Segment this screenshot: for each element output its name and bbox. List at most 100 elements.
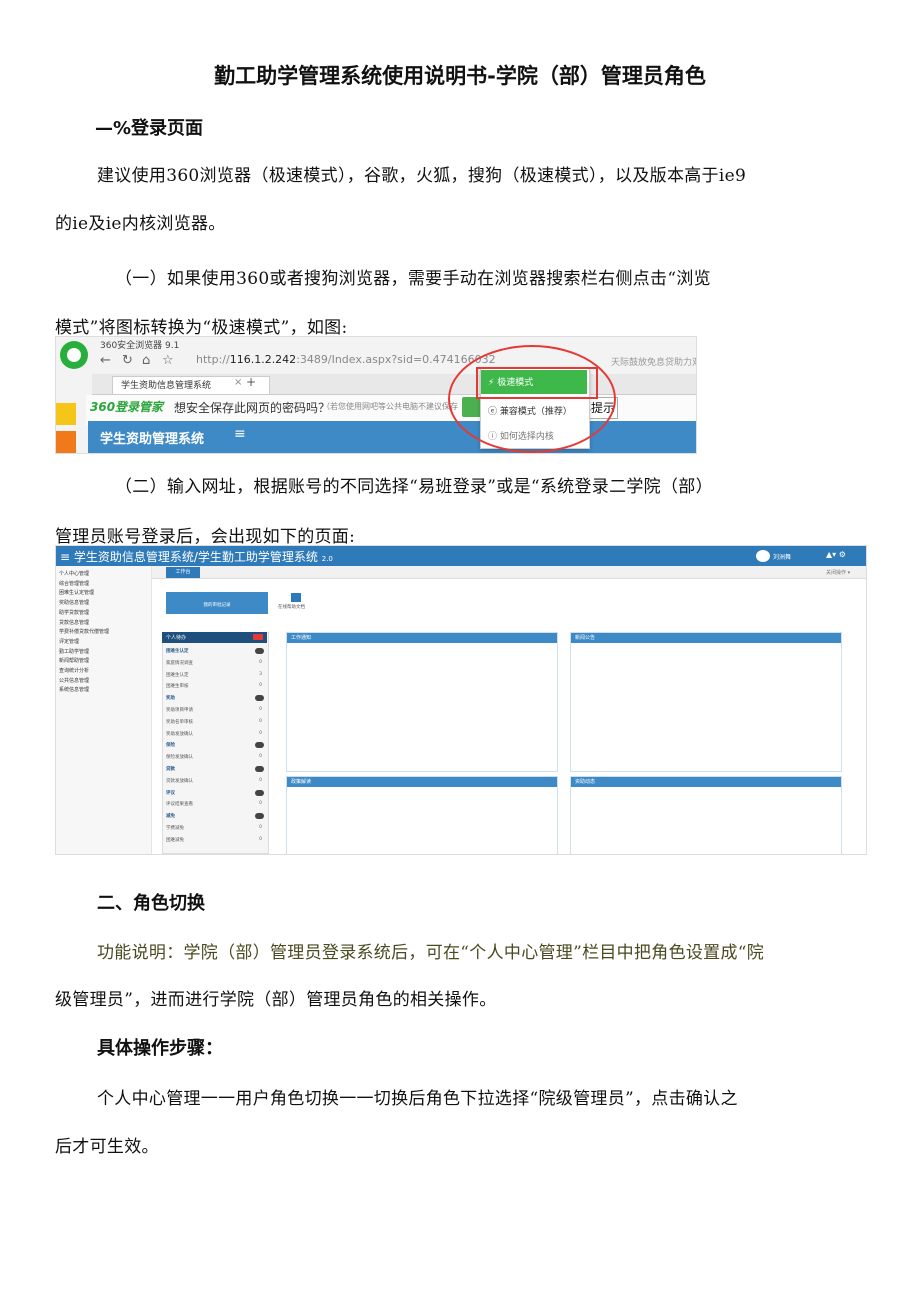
todo-category[interactable]: 困难生认定 [166,648,264,654]
sidebar-item[interactable]: 新闻帮助管理 [59,657,89,664]
todo-item[interactable]: 奖助发放确认 0 [166,731,264,737]
todo-count: 0 [259,683,262,689]
panel-work-notice: 工作通知 [286,632,558,772]
sidebar-item[interactable]: 学费补偿贷款代偿管理 [59,628,109,635]
todo-label: 评议结果查看 [166,802,193,808]
sidebar-item[interactable]: 系统信息管理 [59,686,89,693]
browser-logo-icon [60,341,88,369]
panel-work-notice-title: 工作通知 [287,633,557,643]
help-doc-label[interactable]: 在线帮助文档 [278,604,305,610]
home-icon[interactable]: ⌂ [142,353,150,368]
todo-count: 0 [259,836,262,842]
rss-icon[interactable] [291,593,301,602]
admin-system-title: ≡ 学生资助信息管理系统/学生勤工助学管理系统 2.0 [60,550,333,564]
back-arrow-icon[interactable]: ← [100,353,111,368]
sidebar-item[interactable]: 评定管理 [59,638,79,645]
paragraph-step1-line1: （一）如果使用360或者搜狗浏览器，需要手动在浏览器搜索栏右侧点击“浏览 [115,269,711,289]
todo-badge [255,766,264,772]
panel-news-title: 新闻公告 [571,633,841,643]
avatar[interactable] [756,550,770,562]
todo-label: 奖助 [166,696,175,702]
todo-count: 3 [259,671,262,677]
todo-category[interactable]: 奖助 [166,695,264,702]
address-bar[interactable]: http://116.1.2.242:3489/Index.aspx?sid=0… [196,353,496,369]
todo-category[interactable]: 贷款 [166,766,264,772]
sidebar-item[interactable]: 查询统计分析 [59,667,89,674]
todo-badge [255,742,264,749]
star-icon[interactable]: ☆ [162,353,174,368]
paragraph-steps-line1: 个人中心管理一一用户角色切换一一切换后角色下拉选择“院级管理员”，点击确认之 [97,1089,738,1109]
todo-label: 家庭情况调查 [166,660,193,666]
todo-badge [255,813,264,820]
paragraph-role-line2: 级管理员”，进而进行学院（部）管理员角色的相关操作。 [55,990,497,1010]
sidebar-item[interactable]: 公共信息管理 [59,677,89,684]
paragraph-browser-line2: 的ie及ie内核浏览器。 [55,214,226,234]
panel-policy: 政策解读 [286,776,558,854]
paragraph-role-line1: 功能说明：学院（部）管理员登录系统后，可在“个人中心管理”栏目中把角色设置成“院 [97,943,765,963]
todo-count: 0 [259,754,262,760]
todo-item[interactable]: 家庭情况调查 0 [166,660,264,666]
todo-label: 困难生认定 [166,672,189,678]
username[interactable]: 刘洲舞 [773,552,791,561]
panel-dynamic-title: 资助动态 [571,777,841,787]
todo-count: 0 [259,659,262,665]
todo-count: 0 [259,801,262,807]
todo-label: 奖助项目申请 [166,708,193,713]
paragraph-step1-line2: 模式”将图标转换为“极速模式”，如图: [55,318,348,338]
sidebar-item[interactable]: 奖助信息管理 [59,599,89,606]
document-title: 勤工助学管理系统使用说明书-学院（部）管理员角色 [214,64,706,88]
admin-tab-bar [152,566,866,579]
weibo-icon[interactable] [56,431,76,453]
refresh-icon[interactable]: ↻ [122,353,133,368]
todo-badge [255,695,264,702]
paragraph-step2-line1: （二）输入网址，根据账号的不同选择“易班登录”或是“系统登录二学院（部） [115,477,713,497]
save-password-note: （若您使用网吧等公共电脑不建议保存 [322,402,458,411]
todo-item[interactable]: 奖助名单审核 0 [166,719,264,725]
paragraph-step2-line2: 管理员账号登录后，会出现如下的页面: [55,527,356,547]
todo-label: 减免 [166,814,175,820]
login-manager-brand: 360登录管家 [90,400,164,414]
todo-item[interactable]: 评议结果查看 0 [166,801,264,807]
todo-label: 奖助名单审核 [166,719,193,725]
sidebar-item[interactable]: 困难生认定管理 [59,589,94,596]
app-name: 学生资助管理系统 [100,432,205,447]
sidebar-item[interactable]: 勤工助学管理 [59,648,89,655]
todo-item[interactable]: 奖助项目申请 0 [166,707,264,713]
tab-close-icon[interactable]: × [234,377,242,388]
panel-dynamic: 资助动态 [570,776,842,854]
sidebar-item[interactable]: 助学贷款管理 [59,609,89,616]
todo-category[interactable]: 保险 [166,742,264,749]
todo-category[interactable]: 减免 [166,813,264,820]
todo-item[interactable]: 困难生认定 3 [166,672,264,678]
todo-category[interactable]: 评议 [166,789,264,796]
new-tab-icon[interactable]: + [246,375,256,389]
todo-count: 0 [259,707,262,712]
todo-label: 困难减免 [166,837,184,843]
sidebar-item[interactable]: 综合管理管理 [59,580,89,587]
todo-item[interactable]: 保险发放确认 0 [166,754,264,760]
sidebar-item[interactable]: 贷款信息管理 [59,619,89,626]
todo-label: 困难生认定 [166,649,189,654]
todo-item[interactable]: 困难减免 0 [166,837,264,843]
todo-label: 贷款 [166,767,175,772]
tab-workbench[interactable]: 工作台 [166,567,200,578]
sidebar-item[interactable]: 个人中心管理 [59,570,89,577]
todo-label: 保险 [166,743,175,749]
todo-item[interactable]: 贷款发放确认 0 [166,778,264,784]
todo-count: 0 [259,730,262,736]
todo-label: 贷款发放确认 [166,778,193,784]
todo-item[interactable]: 学费减免 0 [166,825,264,831]
todo-badge [255,648,264,654]
favorites-icon[interactable] [56,403,76,425]
section1-heading: —%登录页面 [95,118,204,139]
top-icons[interactable]: ▲▾ ⚙ [826,550,846,559]
browser-app-title: 360安全浏览器 9.1 [100,341,180,351]
admin-version: 2.0 [321,555,333,563]
address-ad-text: 天际鼓放免息贷助力双十一 [611,358,696,368]
todo-item[interactable]: 困难生审核 0 [166,683,264,689]
menu-icon[interactable]: ≡ [234,426,246,442]
todo-label: 评议 [166,790,175,796]
todo-count: 0 [259,825,262,830]
close-operations[interactable]: 关闭操作 ▾ [826,569,850,576]
panel-news: 新闻公告 [570,632,842,772]
